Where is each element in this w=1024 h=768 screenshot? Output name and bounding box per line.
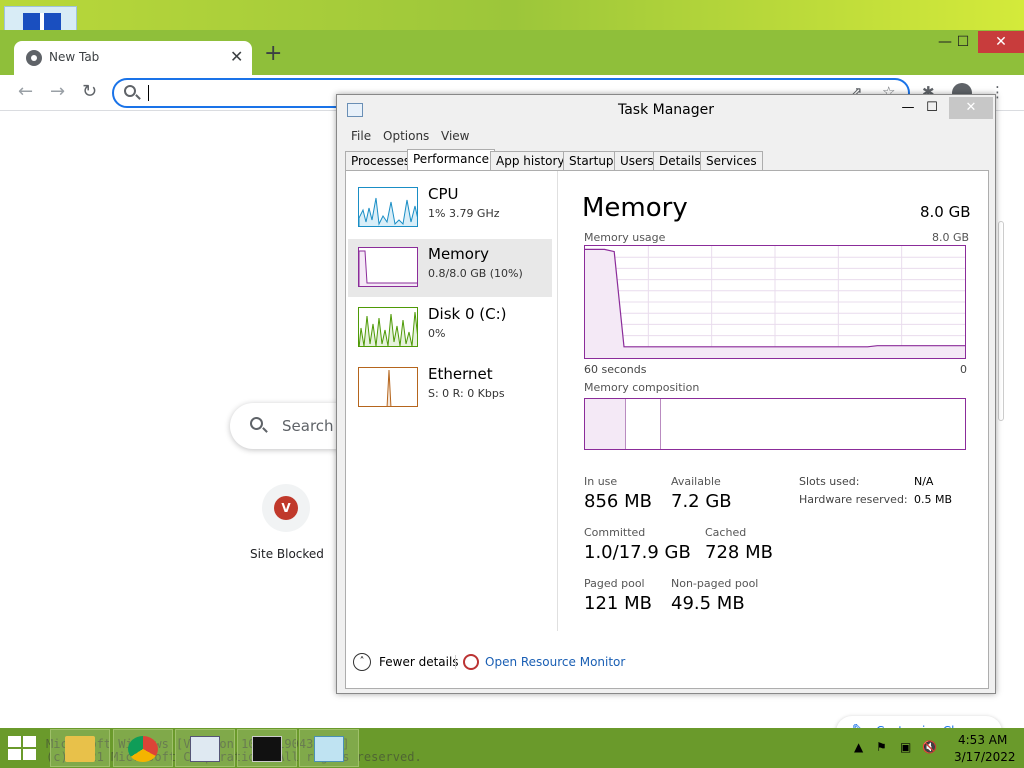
stat-label-cached: Cached <box>705 526 747 539</box>
sidebar-name: CPU <box>428 185 459 203</box>
stat-value-available: 7.2 GB <box>671 491 732 512</box>
open-resource-monitor-link[interactable]: Open Resource Monitor <box>485 655 625 669</box>
taskbar-task-manager-icon[interactable] <box>175 729 235 767</box>
stat-label-nonpaged-pool: Non-paged pool <box>671 577 759 590</box>
menu-view[interactable]: View <box>441 129 469 143</box>
cpu-graph-thumbnail <box>358 187 418 227</box>
sidebar-item-disk[interactable]: Disk 0 (C:) 0% <box>348 299 552 357</box>
tab-strip: New Tab ✕ + — ☐ ✕ <box>0 31 1024 75</box>
back-arrow-icon[interactable]: ← <box>18 81 33 102</box>
memory-usage-label: Memory usage <box>584 231 666 244</box>
volume-muted-icon[interactable]: 🔇 <box>922 740 937 754</box>
reload-icon[interactable]: ↻ <box>82 81 97 102</box>
search-icon <box>250 417 263 430</box>
footer-separator <box>455 655 456 669</box>
menu-options[interactable]: Options <box>383 129 429 143</box>
stat-value-nonpaged-pool: 49.5 MB <box>671 593 745 614</box>
fewer-details-link[interactable]: Fewer details <box>379 655 459 669</box>
new-tab-button[interactable]: + <box>264 43 282 65</box>
tray-chevron-icon[interactable]: ▲ <box>854 740 863 754</box>
memory-usage-graph <box>584 245 966 359</box>
memory-usage-max: 8.0 GB <box>932 231 970 244</box>
tab-processes[interactable]: Processes <box>345 151 417 171</box>
memory-total: 8.0 GB <box>920 203 971 221</box>
shortcut-label[interactable]: Site Blocked <box>240 547 334 561</box>
windows-start-icon[interactable] <box>8 736 38 762</box>
shortcut-tile[interactable]: V <box>262 484 310 532</box>
tab-services[interactable]: Services <box>700 151 763 171</box>
sidebar-subtext: 1% 3.79 GHz <box>428 207 500 220</box>
network-icon[interactable]: ▣ <box>900 740 911 754</box>
task-manager-titlebar[interactable]: Task Manager — ☐ ✕ <box>337 95 995 125</box>
shortcut-letter-icon: V <box>274 496 298 520</box>
composition-modified <box>626 399 661 449</box>
search-icon <box>124 85 136 97</box>
sidebar-item-ethernet[interactable]: Ethernet S: 0 R: 0 Kbps <box>348 359 552 417</box>
stat-value-paged-pool: 121 MB <box>584 593 652 614</box>
resource-monitor-icon[interactable] <box>463 654 479 670</box>
stat-value-in-use: 856 MB <box>584 491 652 512</box>
taskbar-paint-icon[interactable] <box>299 729 359 767</box>
sidebar-item-cpu[interactable]: CPU 1% 3.79 GHz <box>348 179 552 237</box>
text-caret <box>148 85 149 101</box>
sidebar-subtext: 0.8/8.0 GB (10%) <box>428 267 523 280</box>
close-button[interactable]: ✕ <box>949 97 993 119</box>
clock-date[interactable]: 3/17/2022 <box>954 750 1016 764</box>
ethernet-graph-thumbnail <box>358 367 418 407</box>
sidebar-divider <box>557 171 558 631</box>
axis-label-right: 0 <box>960 363 967 376</box>
close-button[interactable]: ✕ <box>978 31 1024 53</box>
taskbar-file-explorer-icon[interactable] <box>50 729 110 767</box>
axis-label-left: 60 seconds <box>584 363 647 376</box>
chevron-up-icon[interactable]: ˄ <box>353 653 371 671</box>
performance-panel: CPU 1% 3.79 GHz Memory 0.8/8.0 GB (10%) … <box>345 170 989 689</box>
task-manager-window: Task Manager — ☐ ✕ File Options View Pro… <box>336 94 996 694</box>
page-scrollbar[interactable] <box>998 221 1004 421</box>
stat-label-in-use: In use <box>584 475 618 488</box>
stat-label-available: Available <box>671 475 721 488</box>
detail-label-hardware-reserved: Hardware reserved: <box>799 493 908 506</box>
menu-file[interactable]: File <box>351 129 371 143</box>
task-manager-footer: ˄ Fewer details Open Resource Monitor <box>345 645 989 681</box>
composition-in-use <box>585 399 626 449</box>
disk-graph-thumbnail <box>358 307 418 347</box>
stat-label-paged-pool: Paged pool <box>584 577 645 590</box>
tab-app-history[interactable]: App history <box>490 151 571 171</box>
sidebar-item-memory[interactable]: Memory 0.8/8.0 GB (10%) <box>348 239 552 297</box>
detail-value-slots: N/A <box>914 475 934 488</box>
taskbar-command-prompt-icon[interactable] <box>237 729 297 767</box>
memory-composition-bar <box>584 398 966 450</box>
menu-bar: File Options View <box>337 125 995 147</box>
detail-label-slots: Slots used: <box>799 475 860 488</box>
stat-label-committed: Committed <box>584 526 646 539</box>
stat-value-committed: 1.0/17.9 GB <box>584 542 691 563</box>
memory-graph-thumbnail <box>358 247 418 287</box>
detail-value-hardware-reserved: 0.5 MB <box>914 493 953 506</box>
forward-arrow-icon[interactable]: → <box>50 81 65 102</box>
maximize-button[interactable]: ☐ <box>946 31 980 53</box>
sidebar-name: Memory <box>428 245 490 263</box>
tab-performance[interactable]: Performance <box>407 149 496 171</box>
tab-title: New Tab <box>49 50 100 64</box>
tab-bar: Processes Performance App history Startu… <box>345 149 989 171</box>
tab-startup[interactable]: Startup <box>563 151 620 171</box>
sidebar-name: Disk 0 (C:) <box>428 305 507 323</box>
tab-new-tab[interactable]: New Tab ✕ <box>14 41 252 75</box>
taskbar: Microsoft Windows [Version 10.0.19043.96… <box>0 728 1024 768</box>
memory-title: Memory <box>582 193 688 223</box>
tab-details[interactable]: Details <box>653 151 707 171</box>
maximize-button[interactable]: ☐ <box>917 97 947 119</box>
sidebar-subtext: 0% <box>428 327 446 340</box>
sidebar-subtext: S: 0 R: 0 Kbps <box>428 387 505 400</box>
stat-value-cached: 728 MB <box>705 542 773 563</box>
desktop-shortcut-icon[interactable] <box>4 6 77 32</box>
sidebar-name: Ethernet <box>428 365 493 383</box>
chrome-favicon-icon <box>26 50 42 66</box>
clock-time[interactable]: 4:53 AM <box>958 733 1007 747</box>
action-center-flag-icon[interactable]: ⚑ <box>876 740 887 754</box>
memory-composition-label: Memory composition <box>584 381 700 394</box>
tab-close-icon[interactable]: ✕ <box>230 47 243 66</box>
taskbar-chrome-icon[interactable] <box>113 729 173 767</box>
memory-usage-chart <box>585 246 965 358</box>
